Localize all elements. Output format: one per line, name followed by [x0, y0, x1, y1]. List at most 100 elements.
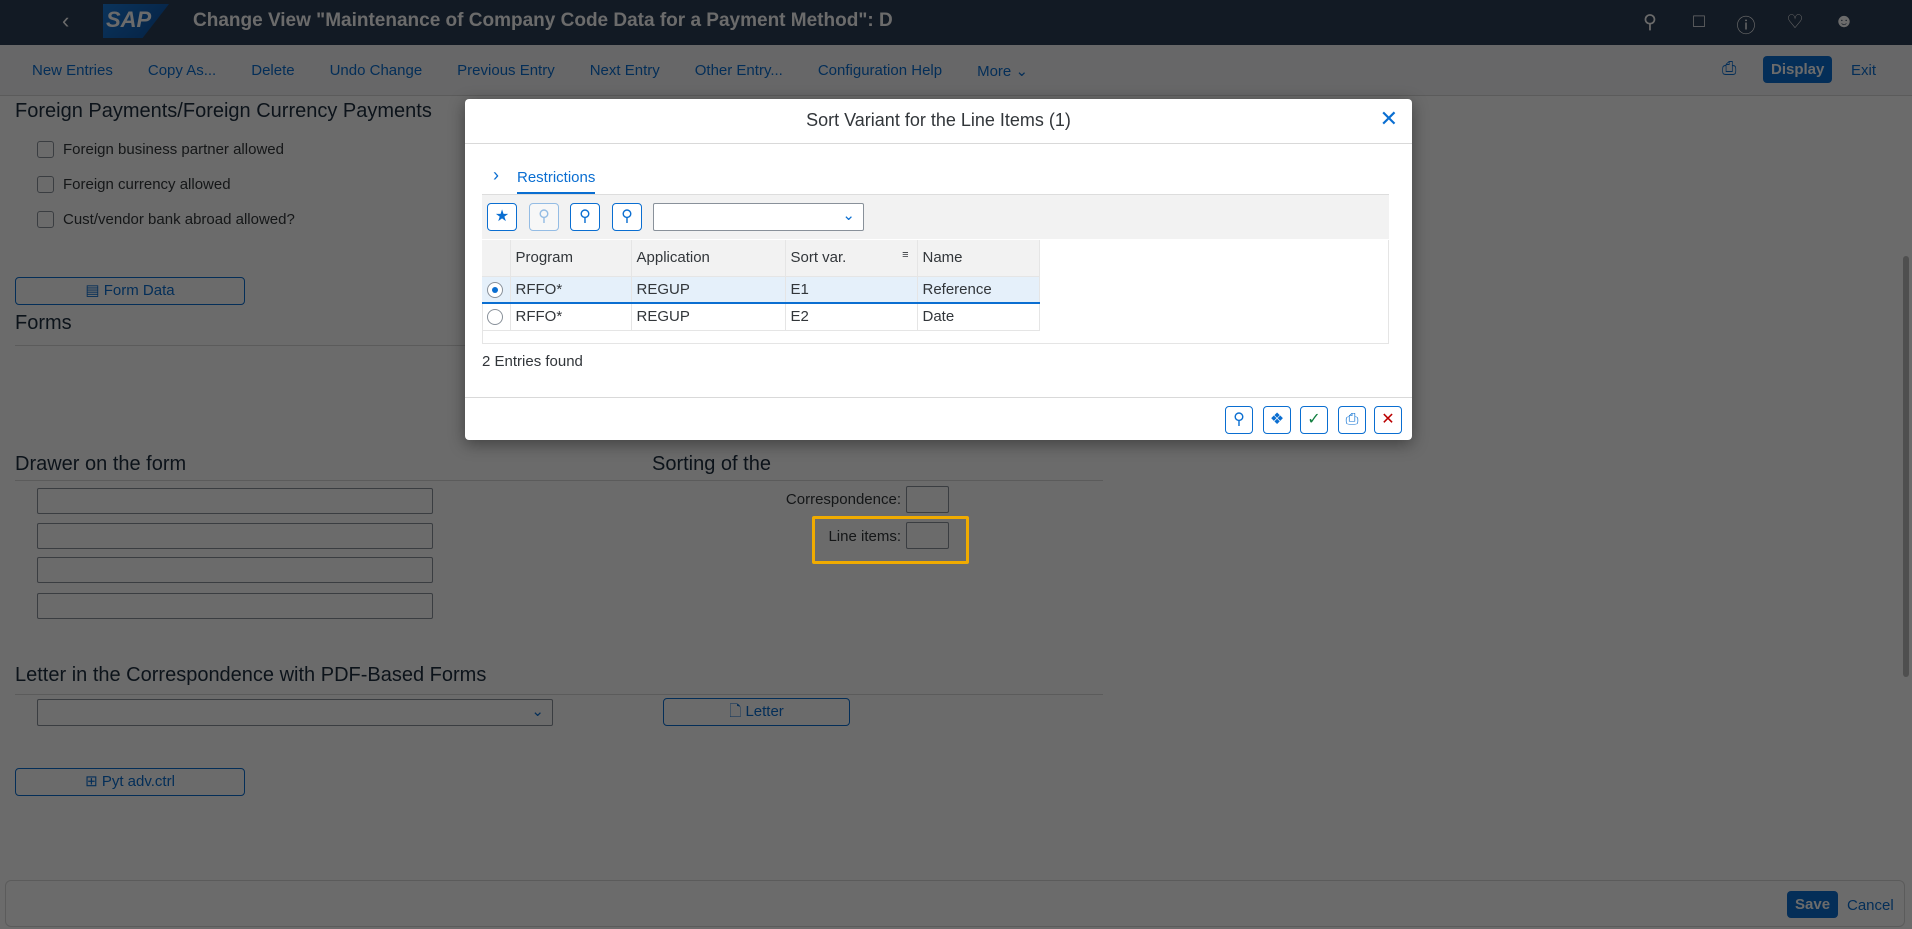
pyt-adv-ctrl-button[interactable]: ⊞ Pyt adv.ctrl	[15, 768, 245, 796]
column-name[interactable]: Name	[917, 240, 1040, 277]
chevron-down-icon: ⌄	[842, 207, 855, 224]
correspondence-label: Correspondence:	[785, 491, 901, 508]
window-title: Change View "Maintenance of Company Code…	[193, 10, 893, 31]
form-data-label: Form Data	[103, 282, 175, 299]
table-header: Program Application Sort var. ≡ Name	[482, 240, 1040, 277]
column-application[interactable]: Application	[631, 240, 786, 277]
column-label: Sort var.	[790, 249, 847, 267]
cell-sort-var: E1	[785, 276, 918, 304]
results-table: Program Application Sort var. ≡ Name RFFO…	[482, 240, 1040, 331]
chevron-right-icon[interactable]: ›	[493, 165, 499, 186]
configuration-help-button[interactable]: Configuration Help	[818, 62, 942, 80]
feedback-icon[interactable]: □	[1687, 11, 1711, 33]
other-entry-button[interactable]: Other Entry...	[695, 62, 783, 80]
drawer-heading: Drawer on the form	[15, 453, 187, 475]
divider	[15, 694, 1103, 695]
table-row[interactable]: RFFO* REGUP E1 Reference	[482, 276, 1040, 304]
drawer-line-4-input[interactable]	[37, 593, 433, 619]
more-button[interactable]: More ⌄	[977, 62, 1028, 80]
drawer-line-1-input[interactable]	[37, 488, 433, 514]
back-icon[interactable]: ‹	[62, 8, 69, 34]
letter-heading: Letter in the Correspondence with PDF-Ba…	[15, 664, 487, 686]
column-sort-var[interactable]: Sort var. ≡	[785, 240, 918, 277]
add-favorite-icon[interactable]: ★	[487, 203, 517, 231]
bank-abroad-checkbox[interactable]	[37, 211, 54, 228]
footer-bar: Save Cancel	[5, 880, 1905, 927]
selector-header	[482, 240, 511, 277]
delete-button[interactable]: Delete	[251, 62, 294, 80]
save-button[interactable]: Save	[1787, 891, 1839, 918]
search-icon[interactable]: ⚲	[1225, 406, 1253, 434]
scrollbar[interactable]	[1903, 256, 1909, 677]
search-more-icon[interactable]: ⚲	[612, 203, 642, 231]
variant-dropdown[interactable]: ⌄	[653, 203, 864, 231]
new-entries-button[interactable]: New Entries	[32, 62, 113, 80]
foreign-partner-checkbox[interactable]	[37, 141, 54, 158]
cell-name: Date	[917, 303, 1040, 331]
chevron-down-icon: ⌄	[1015, 63, 1029, 80]
more-label: More	[977, 63, 1012, 80]
chevron-down-icon: ⌄	[531, 703, 544, 720]
print-icon[interactable]: ⎙	[1338, 406, 1366, 434]
dialog-title: Sort Variant for the Line Items (1)	[806, 110, 1071, 130]
cell-application: REGUP	[631, 303, 786, 331]
form-icon: ▤	[85, 282, 100, 299]
cell-sort-var: E2	[785, 303, 918, 331]
sort-icon: ≡	[902, 249, 909, 261]
cancel-button[interactable]: Cancel	[1847, 897, 1894, 914]
status-text: 2 Entries found	[482, 353, 583, 370]
search-icon[interactable]: ⚲	[1638, 11, 1662, 34]
cell-name: Reference	[917, 276, 1040, 304]
display-button[interactable]: Display	[1763, 56, 1833, 83]
letter-label: Letter	[745, 703, 784, 720]
bell-icon[interactable]: ♡	[1783, 11, 1807, 34]
checkbox-label: Foreign currency allowed	[63, 176, 231, 193]
radio-selected[interactable]	[487, 281, 503, 298]
column-program[interactable]: Program	[510, 240, 632, 277]
foreign-payments-heading: Foreign Payments/Foreign Currency Paymen…	[15, 100, 432, 122]
close-icon[interactable]: ✕	[1380, 106, 1398, 132]
pyt-label: Pyt adv.ctrl	[101, 773, 175, 790]
search-icon[interactable]: ⚲	[570, 203, 600, 231]
help-icon[interactable]: ⓘ	[1734, 11, 1758, 38]
print-icon[interactable]: ⎙	[1722, 58, 1736, 79]
sap-logo[interactable]: SAP	[103, 4, 169, 38]
letter-button[interactable]: 🗋 Letter	[663, 698, 850, 726]
key-icon: ⚲	[529, 203, 559, 231]
exit-button[interactable]: Exit	[1851, 62, 1876, 79]
checkbox-label: Cust/vendor bank abroad allowed?	[63, 211, 295, 228]
hierarchy-icon[interactable]: ❖	[1263, 406, 1291, 434]
cell-program: RFFO*	[510, 303, 632, 331]
sorting-heading: Sorting of the	[652, 453, 771, 475]
next-entry-button[interactable]: Next Entry	[590, 62, 660, 80]
foreign-currency-checkbox[interactable]	[37, 176, 54, 193]
row-selector[interactable]	[482, 303, 511, 331]
drawer-line-2-input[interactable]	[37, 523, 433, 549]
copy-as-button[interactable]: Copy As...	[148, 62, 216, 80]
forms-heading: Forms	[15, 312, 72, 334]
line-items-label: Line items:	[828, 528, 901, 545]
divider	[15, 480, 1103, 481]
previous-entry-button[interactable]: Previous Entry	[457, 62, 555, 80]
check-icon[interactable]: ✓	[1300, 406, 1328, 434]
line-items-sort-input[interactable]	[906, 522, 949, 549]
drawer-line-3-input[interactable]	[37, 557, 433, 583]
checkbox-label: Foreign business partner allowed	[63, 141, 284, 158]
form-data-button[interactable]: ▤ Form Data	[15, 277, 245, 305]
correspondence-sort-input[interactable]	[906, 486, 949, 513]
letter-dropdown[interactable]: ⌄	[37, 699, 553, 726]
radio-unselected[interactable]	[487, 309, 503, 326]
user-icon[interactable]: ☻	[1832, 11, 1856, 33]
table-toolbar: ★ ⚲ ⚲ ⚲ ⌄	[482, 194, 1389, 239]
table-row[interactable]: RFFO* REGUP E2 Date	[482, 303, 1040, 331]
tab-restrictions[interactable]: Restrictions	[517, 169, 596, 195]
shell-header: ‹ SAP Change View "Maintenance of Compan…	[0, 0, 1912, 45]
cancel-icon[interactable]: ✕	[1374, 406, 1402, 434]
cell-program: RFFO*	[510, 276, 632, 304]
divider	[465, 143, 1412, 144]
app-toolbar: New Entries Copy As... Delete Undo Chang…	[0, 45, 1912, 96]
row-selector[interactable]	[482, 276, 511, 304]
letter-icon: 🗋	[729, 703, 742, 720]
undo-change-button[interactable]: Undo Change	[330, 62, 423, 80]
divider	[465, 397, 1412, 398]
